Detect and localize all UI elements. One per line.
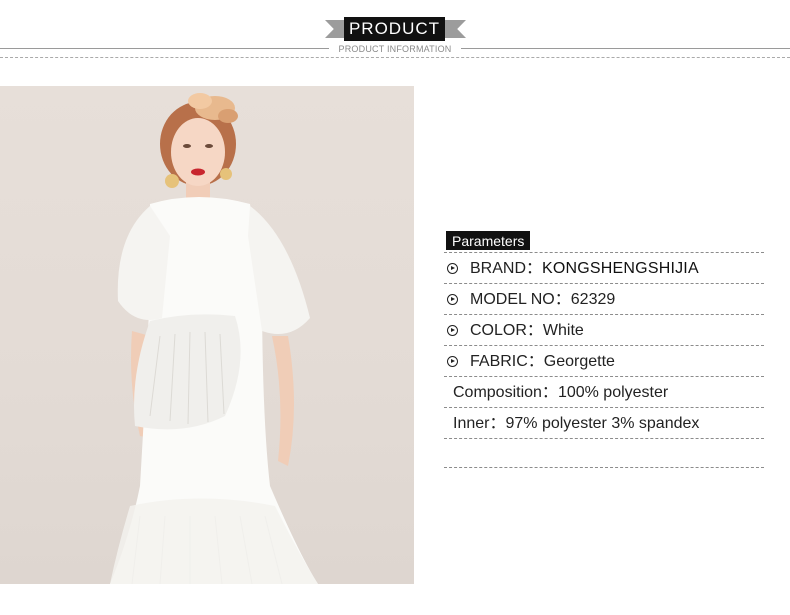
param-composition-text: Composition：100% polyester <box>453 378 668 402</box>
param-value: White <box>542 322 584 339</box>
model-illustration <box>110 93 318 584</box>
param-value: KONGSHENGSHIJIA <box>542 260 699 277</box>
circle-arrow-icon <box>447 356 458 367</box>
parameters-header-row: Parameters <box>444 228 764 253</box>
header-dotted-rule <box>0 57 790 58</box>
param-row-blank <box>444 439 764 468</box>
param-value: Georgette <box>543 353 615 370</box>
param-label: Composition： <box>453 384 558 401</box>
param-label: MODEL NO： <box>470 291 571 308</box>
circle-arrow-icon <box>447 294 458 305</box>
parameters-title: Parameters <box>446 231 531 250</box>
param-inner-text: Inner：97% polyester 3% spandex <box>453 409 699 433</box>
param-label: Inner： <box>453 415 506 432</box>
product-photo <box>0 86 414 584</box>
param-row-inner: Inner：97% polyester 3% spandex <box>444 408 764 439</box>
param-row-composition: Composition：100% polyester <box>444 377 764 408</box>
header-title: PRODUCT <box>344 17 445 41</box>
param-model-text: MODEL NO：62329 <box>470 285 615 309</box>
param-color-text: COLOR：White <box>470 316 584 340</box>
ribbon-right-tail <box>444 20 466 38</box>
param-value: 100% polyester <box>557 384 669 401</box>
param-label: FABRIC： <box>470 353 544 370</box>
param-row-color: COLOR：White <box>444 315 764 346</box>
param-row-brand: BRAND：KONGSHENGSHIJIA <box>444 253 764 284</box>
section-header: PRODUCT PRODUCT INFORMATION <box>0 0 790 70</box>
param-label: COLOR： <box>470 322 543 339</box>
param-value: 97% polyester 3% spandex <box>505 415 700 432</box>
param-value: 62329 <box>570 291 616 308</box>
circle-arrow-icon <box>447 325 458 336</box>
param-label: BRAND： <box>470 260 543 277</box>
param-brand-text: BRAND：KONGSHENGSHIJIA <box>470 254 699 278</box>
param-row-fabric: FABRIC：Georgette <box>444 346 764 377</box>
parameters-panel: Parameters BRAND：KONGSHENGSHIJIA MODEL N… <box>444 228 764 468</box>
circle-arrow-icon <box>447 263 458 274</box>
param-fabric-text: FABRIC：Georgette <box>470 347 615 371</box>
param-row-model: MODEL NO：62329 <box>444 284 764 315</box>
header-subtitle: PRODUCT INFORMATION <box>329 42 461 56</box>
